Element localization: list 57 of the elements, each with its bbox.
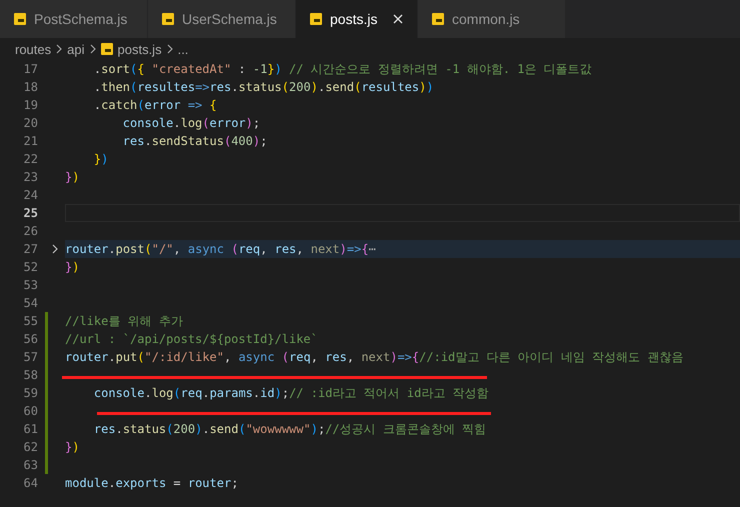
code-line: res.status(200).send("wowwwww");//성공시 크롬콘솔창에 찍힘 <box>92 421 488 438</box>
line-number: 23 <box>22 170 38 184</box>
code-line: console.log(req.params.id);// :id라고 적어서 id라고 작성함 <box>92 385 490 402</box>
code-line: }) <box>65 439 80 456</box>
line-number: 21 <box>22 134 38 148</box>
file-icon <box>14 13 26 25</box>
line-number: 61 <box>22 422 38 436</box>
code-line: //url : `/api/posts/${postId}/like` <box>65 331 319 348</box>
line-number: 59 <box>22 386 38 400</box>
editor-tab[interactable]: common.js <box>418 0 566 38</box>
close-icon[interactable] <box>393 14 403 24</box>
line-number: 19 <box>22 98 38 112</box>
code-line: module.exports = router; <box>65 475 240 492</box>
line-number: 24 <box>22 188 38 202</box>
line-number: 62 <box>22 440 38 454</box>
code-line: console.log(error); <box>122 115 262 132</box>
code-line: res.sendStatus(400); <box>122 133 268 150</box>
line-number: 53 <box>22 278 38 292</box>
line-number: 26 <box>22 224 38 238</box>
code-line: .catch(error => { <box>92 97 218 114</box>
line-number: 27 <box>22 242 38 256</box>
line-number: 60 <box>22 404 38 418</box>
breadcrumb-file[interactable]: posts.js <box>118 42 162 56</box>
chevron-right-icon <box>166 44 173 54</box>
line-number: 22 <box>22 152 38 166</box>
line-number: 52 <box>22 260 38 274</box>
line-number: 25 <box>22 206 38 220</box>
code-line: }) <box>65 259 80 276</box>
code-line: .then(resultes=>res.status(200).send(resultes)) <box>92 79 435 96</box>
file-icon <box>162 13 174 25</box>
code-line: router.put("/:id/like", async (req, res, next)=>{//:id말고 다른 아이디 네임 작성해도 괜찮음 <box>65 349 684 366</box>
code-line: }) <box>65 169 80 186</box>
chevron-right-icon[interactable] <box>52 244 58 254</box>
file-icon <box>310 13 322 25</box>
line-number: 18 <box>22 80 38 94</box>
file-icon <box>100 43 112 55</box>
line-number: 55 <box>22 314 38 328</box>
line-number: 58 <box>22 368 38 382</box>
line-number: 20 <box>22 116 38 130</box>
line-number: 57 <box>22 350 38 364</box>
line-number: 54 <box>22 296 38 310</box>
code-line: //like를 위해 추가 <box>65 313 184 330</box>
editor-tab[interactable]: posts.js <box>296 0 418 38</box>
breadcrumb-more[interactable]: ... <box>178 42 188 56</box>
line-number: 63 <box>22 458 38 472</box>
chevron-right-icon <box>90 44 96 54</box>
breadcrumb-folder[interactable]: api <box>67 42 84 56</box>
line-number: 64 <box>22 476 38 490</box>
chevron-right-icon <box>56 44 62 54</box>
breadcrumb-folder[interactable]: routes <box>15 42 52 56</box>
editor-tab[interactable]: PostSchema.js <box>0 0 148 38</box>
line-number: 17 <box>22 62 38 76</box>
line-number: 56 <box>22 332 38 346</box>
code-line: }) <box>92 151 110 168</box>
editor-tab[interactable]: UserSchema.js <box>148 0 296 38</box>
file-icon <box>432 13 444 25</box>
code-line: .sort({ "createdAt" : -1}) // 시간순으로 정렬하려면 -1 해야함. 1은 디폴트값 <box>92 61 593 78</box>
